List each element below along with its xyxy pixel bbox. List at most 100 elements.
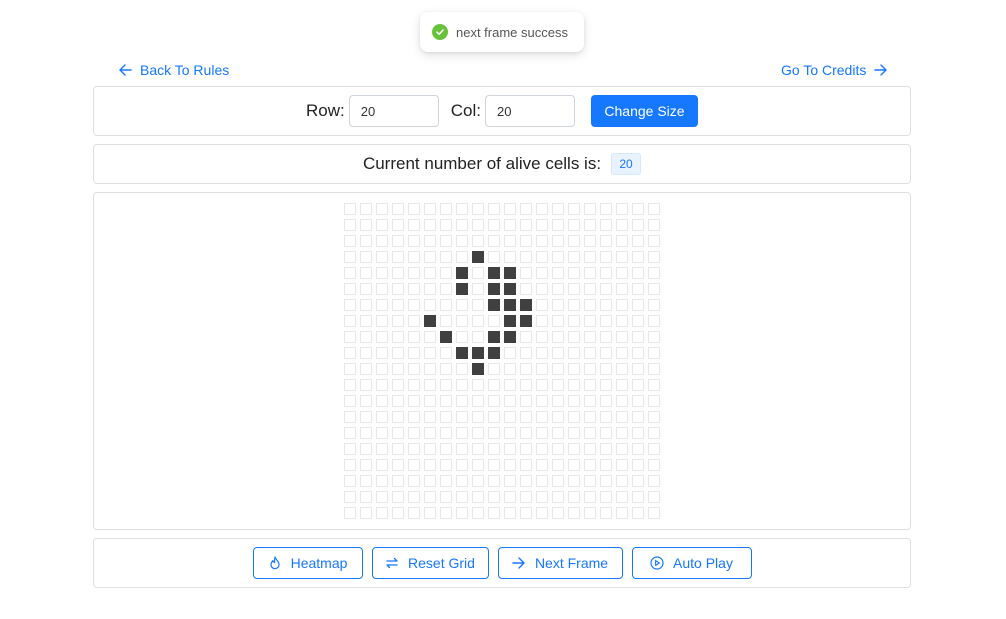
heatmap-button[interactable]: Heatmap	[252, 547, 363, 579]
alive-cell[interactable]	[456, 283, 468, 295]
alive-cell[interactable]	[472, 347, 484, 359]
grid-cell[interactable]	[344, 347, 356, 359]
grid-cell[interactable]	[344, 443, 356, 455]
grid-cell[interactable]	[600, 219, 612, 231]
grid-cell[interactable]	[408, 491, 420, 503]
grid-cell[interactable]	[600, 507, 612, 519]
grid-cell[interactable]	[536, 331, 548, 343]
grid-cell[interactable]	[520, 411, 532, 423]
grid-cell[interactable]	[440, 443, 452, 455]
alive-cell[interactable]	[488, 331, 500, 343]
grid-cell[interactable]	[376, 251, 388, 263]
grid-cell[interactable]	[568, 363, 580, 375]
grid-cell[interactable]	[408, 347, 420, 359]
grid-cell[interactable]	[440, 427, 452, 439]
grid-cell[interactable]	[536, 283, 548, 295]
grid-cell[interactable]	[472, 267, 484, 279]
grid-cell[interactable]	[584, 379, 596, 391]
grid-cell[interactable]	[536, 427, 548, 439]
grid-cell[interactable]	[536, 459, 548, 471]
alive-cell[interactable]	[504, 331, 516, 343]
grid-cell[interactable]	[600, 411, 612, 423]
grid-cell[interactable]	[344, 315, 356, 327]
grid-cell[interactable]	[600, 427, 612, 439]
grid-cell[interactable]	[584, 347, 596, 359]
grid-cell[interactable]	[504, 427, 516, 439]
grid-cell[interactable]	[488, 475, 500, 487]
row-input[interactable]	[348, 95, 439, 127]
grid-cell[interactable]	[392, 507, 404, 519]
alive-cell[interactable]	[488, 299, 500, 311]
grid-cell[interactable]	[440, 491, 452, 503]
grid-cell[interactable]	[632, 331, 644, 343]
grid-cell[interactable]	[376, 491, 388, 503]
grid-cell[interactable]	[472, 427, 484, 439]
grid-cell[interactable]	[520, 427, 532, 439]
grid-cell[interactable]	[456, 363, 468, 375]
grid-cell[interactable]	[344, 251, 356, 263]
grid-cell[interactable]	[584, 491, 596, 503]
grid-cell[interactable]	[600, 379, 612, 391]
grid-cell[interactable]	[440, 315, 452, 327]
alive-cell[interactable]	[504, 267, 516, 279]
grid-cell[interactable]	[632, 411, 644, 423]
grid-cell[interactable]	[568, 459, 580, 471]
grid-cell[interactable]	[648, 411, 660, 423]
grid-cell[interactable]	[648, 203, 660, 215]
grid-cell[interactable]	[616, 347, 628, 359]
grid-cell[interactable]	[440, 347, 452, 359]
alive-cell[interactable]	[504, 315, 516, 327]
grid-cell[interactable]	[648, 459, 660, 471]
grid-cell[interactable]	[552, 219, 564, 231]
grid-cell[interactable]	[408, 427, 420, 439]
grid-cell[interactable]	[632, 491, 644, 503]
grid-cell[interactable]	[408, 267, 420, 279]
grid-cell[interactable]	[392, 491, 404, 503]
grid-cell[interactable]	[456, 331, 468, 343]
grid-cell[interactable]	[456, 203, 468, 215]
grid-cell[interactable]	[552, 347, 564, 359]
grid-cell[interactable]	[600, 267, 612, 279]
grid-cell[interactable]	[600, 203, 612, 215]
grid-cell[interactable]	[584, 427, 596, 439]
grid-cell[interactable]	[488, 235, 500, 247]
grid-cell[interactable]	[648, 475, 660, 487]
grid-cell[interactable]	[584, 267, 596, 279]
grid-cell[interactable]	[392, 411, 404, 423]
grid-cell[interactable]	[424, 283, 436, 295]
grid-cell[interactable]	[376, 475, 388, 487]
grid-cell[interactable]	[616, 395, 628, 407]
grid-cell[interactable]	[648, 427, 660, 439]
grid-cell[interactable]	[392, 395, 404, 407]
grid-cell[interactable]	[344, 459, 356, 471]
grid-cell[interactable]	[536, 443, 548, 455]
grid-cell[interactable]	[568, 347, 580, 359]
grid-cell[interactable]	[440, 379, 452, 391]
grid-cell[interactable]	[600, 331, 612, 343]
grid-cell[interactable]	[472, 235, 484, 247]
grid-cell[interactable]	[616, 283, 628, 295]
grid-cell[interactable]	[440, 507, 452, 519]
grid-cell[interactable]	[616, 363, 628, 375]
grid-cell[interactable]	[392, 203, 404, 215]
grid-cell[interactable]	[488, 219, 500, 231]
grid-cell[interactable]	[584, 203, 596, 215]
grid-cell[interactable]	[568, 219, 580, 231]
grid-cell[interactable]	[408, 459, 420, 471]
grid-cell[interactable]	[616, 459, 628, 471]
grid-cell[interactable]	[648, 251, 660, 263]
grid-cell[interactable]	[392, 315, 404, 327]
grid-cell[interactable]	[632, 283, 644, 295]
alive-cell[interactable]	[504, 299, 516, 311]
grid-cell[interactable]	[344, 507, 356, 519]
grid-cell[interactable]	[536, 363, 548, 375]
grid-cell[interactable]	[552, 315, 564, 327]
grid-cell[interactable]	[344, 363, 356, 375]
grid-cell[interactable]	[344, 283, 356, 295]
grid-cell[interactable]	[424, 395, 436, 407]
grid-cell[interactable]	[568, 331, 580, 343]
grid-cell[interactable]	[392, 475, 404, 487]
grid-cell[interactable]	[472, 379, 484, 391]
grid-cell[interactable]	[632, 267, 644, 279]
grid-cell[interactable]	[584, 507, 596, 519]
